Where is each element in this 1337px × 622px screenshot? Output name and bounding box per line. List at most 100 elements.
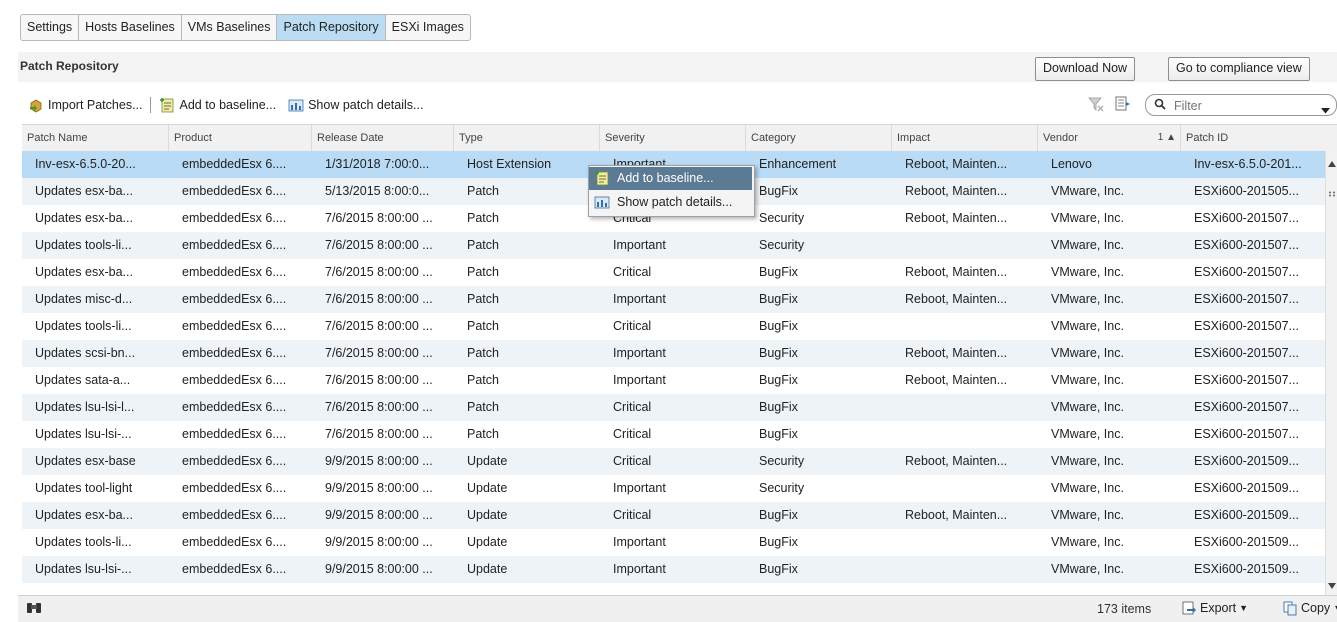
table-row[interactable]: Updates lsu-lsi-l... embeddedEsx 6.... 7/6… <box>22 394 1337 421</box>
tab-vms-baselines[interactable]: VMs Baselines <box>182 15 278 40</box>
cell-type: Update <box>467 481 508 495</box>
table-row[interactable]: Updates misc-d... embeddedEsx 6.... 7/6/20… <box>22 286 1337 313</box>
context-menu-show-patch-details-label: Show patch details... <box>617 195 733 209</box>
table-row[interactable]: Updates tools-li... embeddedEsx 6.... 7/6/… <box>22 313 1337 340</box>
cell-patch-name: Updates esx-ba... <box>35 184 133 198</box>
table-row[interactable]: Updates esx-ba... embeddedEsx 6.... 7/6/20… <box>22 259 1337 286</box>
cell-impact <box>892 313 1038 340</box>
column-header-impact[interactable]: Impact <box>892 125 1038 151</box>
cell-severity: Important <box>613 562 666 576</box>
column-header-category[interactable]: Category <box>746 125 892 151</box>
cell-vendor: VMware, Inc. <box>1051 211 1124 225</box>
table-row[interactable]: Updates lsu-lsi-... embeddedEsx 6.... 9/9/… <box>22 556 1337 583</box>
export-icon <box>1181 600 1197 616</box>
cell-release-date: 7/6/2015 8:00:00 ... <box>325 400 433 414</box>
cell-severity: Critical <box>613 400 652 414</box>
tab-esxi-images[interactable]: ESXi Images <box>386 15 470 40</box>
column-chooser-icon[interactable] <box>1115 96 1131 112</box>
cell-product: embeddedEsx 6.... <box>182 481 287 495</box>
cell-category: Security <box>759 454 805 468</box>
cell-release-date: 7/6/2015 8:00:00 ... <box>325 238 433 252</box>
cell-patch-id: ESXi600-201509... <box>1194 535 1299 549</box>
table-row[interactable]: Updates scsi-bn... embeddedEsx 6.... 7/6/2… <box>22 340 1337 367</box>
tab-settings[interactable]: Settings <box>21 15 80 40</box>
cell-patch-name: Updates scsi-bn... <box>35 346 136 360</box>
context-menu-show-patch-details[interactable]: Show patch details... <box>589 191 752 214</box>
cell-product: embeddedEsx 6.... <box>182 508 287 522</box>
context-menu-add-to-baseline[interactable]: Add to baseline... <box>589 167 752 190</box>
scroll-down-icon[interactable] <box>1328 577 1336 592</box>
sort-ascending-icon: 1 ▲ <box>1157 132 1176 143</box>
toolbar-divider <box>150 97 152 113</box>
export-dropdown-icon: ▼ <box>1239 603 1249 613</box>
cell-vendor: VMware, Inc. <box>1051 400 1124 414</box>
add-to-baseline-label: Add to baseline... <box>179 98 277 112</box>
cell-patch-id: ESXi600-201507... <box>1194 373 1299 387</box>
column-header-product[interactable]: Product <box>169 125 312 151</box>
tab-patch-repository[interactable]: Patch Repository <box>277 15 386 40</box>
table-row[interactable]: Updates esx-base embeddedEsx 6.... 9/9/201… <box>22 448 1337 475</box>
cell-type: Patch <box>467 211 499 225</box>
column-header-vendor[interactable]: Vendor 1 ▲ <box>1038 125 1181 151</box>
cell-release-date: 1/31/2018 7:00:0... <box>325 157 430 171</box>
cell-release-date: 9/9/2015 8:00:00 ... <box>325 562 433 576</box>
scroll-up-icon[interactable] <box>1328 155 1336 170</box>
cell-category: BugFix <box>759 400 798 414</box>
cell-impact <box>892 421 1038 448</box>
clear-filter-icon[interactable] <box>1088 96 1104 112</box>
download-now-button[interactable]: Download Now <box>1035 57 1136 81</box>
cell-product: embeddedEsx 6.... <box>182 562 287 576</box>
cell-product: embeddedEsx 6.... <box>182 400 287 414</box>
column-header-vendor-label: Vendor <box>1043 132 1078 144</box>
column-header-severity[interactable]: Severity <box>600 125 746 151</box>
filter-input[interactable] <box>1172 97 1316 114</box>
grid-header: Patch Name Product Release Date Type Sev… <box>22 124 1337 152</box>
table-row[interactable]: Updates tools-li... embeddedEsx 6.... 7/6/… <box>22 232 1337 259</box>
cell-release-date: 7/6/2015 8:00:00 ... <box>325 265 433 279</box>
cell-release-date: 9/9/2015 8:00:00 ... <box>325 508 433 522</box>
context-menu-add-to-baseline-label: Add to baseline... <box>617 171 714 185</box>
table-row[interactable]: Updates lsu-lsi-... embeddedEsx 6.... 7/6/… <box>22 421 1337 448</box>
add-to-baseline-button[interactable]: Add to baseline... <box>159 97 276 113</box>
copy-button[interactable]: Copy ▼ <box>1282 600 1337 616</box>
cell-patch-name: Updates tools-li... <box>35 238 132 252</box>
cell-severity: Critical <box>613 265 652 279</box>
cell-type: Update <box>467 535 508 549</box>
cell-severity: Important <box>613 346 666 360</box>
column-header-patch-id[interactable]: Patch ID <box>1181 125 1337 151</box>
vertical-scrollbar[interactable] <box>1325 151 1337 595</box>
cell-impact <box>892 232 1038 259</box>
table-row[interactable]: Updates esx-ba... embeddedEsx 6.... 9/9/20… <box>22 502 1337 529</box>
binoculars-icon[interactable] <box>26 601 42 618</box>
table-row[interactable]: Updates tool-light embeddedEsx 6.... 9/9/2… <box>22 475 1337 502</box>
export-button[interactable]: Export ▼ <box>1181 600 1248 616</box>
cell-product: embeddedEsx 6.... <box>182 427 287 441</box>
import-patches-label: Import Patches... <box>48 98 143 112</box>
context-menu: Add to baseline... Show patch details... <box>588 165 755 217</box>
cell-severity: Critical <box>613 319 652 333</box>
filter-dropdown-icon[interactable] <box>1321 102 1330 117</box>
table-row[interactable]: Updates sata-a... embeddedEsx 6.... 7/6/20… <box>22 367 1337 394</box>
cell-patch-name: Updates lsu-lsi-... <box>35 427 132 441</box>
cell-impact: Reboot, Mainten... <box>905 211 1008 225</box>
cell-type: Patch <box>467 184 499 198</box>
filter-field[interactable] <box>1145 94 1337 116</box>
table-row[interactable]: Updates tools-li... embeddedEsx 6.... 9/9/… <box>22 529 1337 556</box>
column-header-patch-name[interactable]: Patch Name <box>22 125 169 151</box>
cell-product: embeddedEsx 6.... <box>182 157 287 171</box>
cell-severity: Critical <box>613 508 652 522</box>
cell-patch-id: ESXi600-201509... <box>1194 454 1299 468</box>
show-patch-details-button[interactable]: Show patch details... <box>288 97 423 113</box>
scroll-grip-icon[interactable] <box>1328 185 1336 200</box>
import-patches-button[interactable]: Import Patches... <box>28 97 142 113</box>
tab-hosts-baselines[interactable]: Hosts Baselines <box>79 15 182 40</box>
toolbar: Import Patches... Add to baseline... Sho… <box>28 94 423 116</box>
cell-patch-name: Updates esx-ba... <box>35 265 133 279</box>
column-header-type[interactable]: Type <box>454 125 600 151</box>
cell-patch-id: ESXi600-201507... <box>1194 265 1299 279</box>
go-to-compliance-view-button[interactable]: Go to compliance view <box>1168 57 1310 81</box>
export-label: Export <box>1200 601 1237 615</box>
search-icon <box>1154 98 1166 113</box>
cell-release-date: 7/6/2015 8:00:00 ... <box>325 373 433 387</box>
column-header-release-date[interactable]: Release Date <box>312 125 454 151</box>
